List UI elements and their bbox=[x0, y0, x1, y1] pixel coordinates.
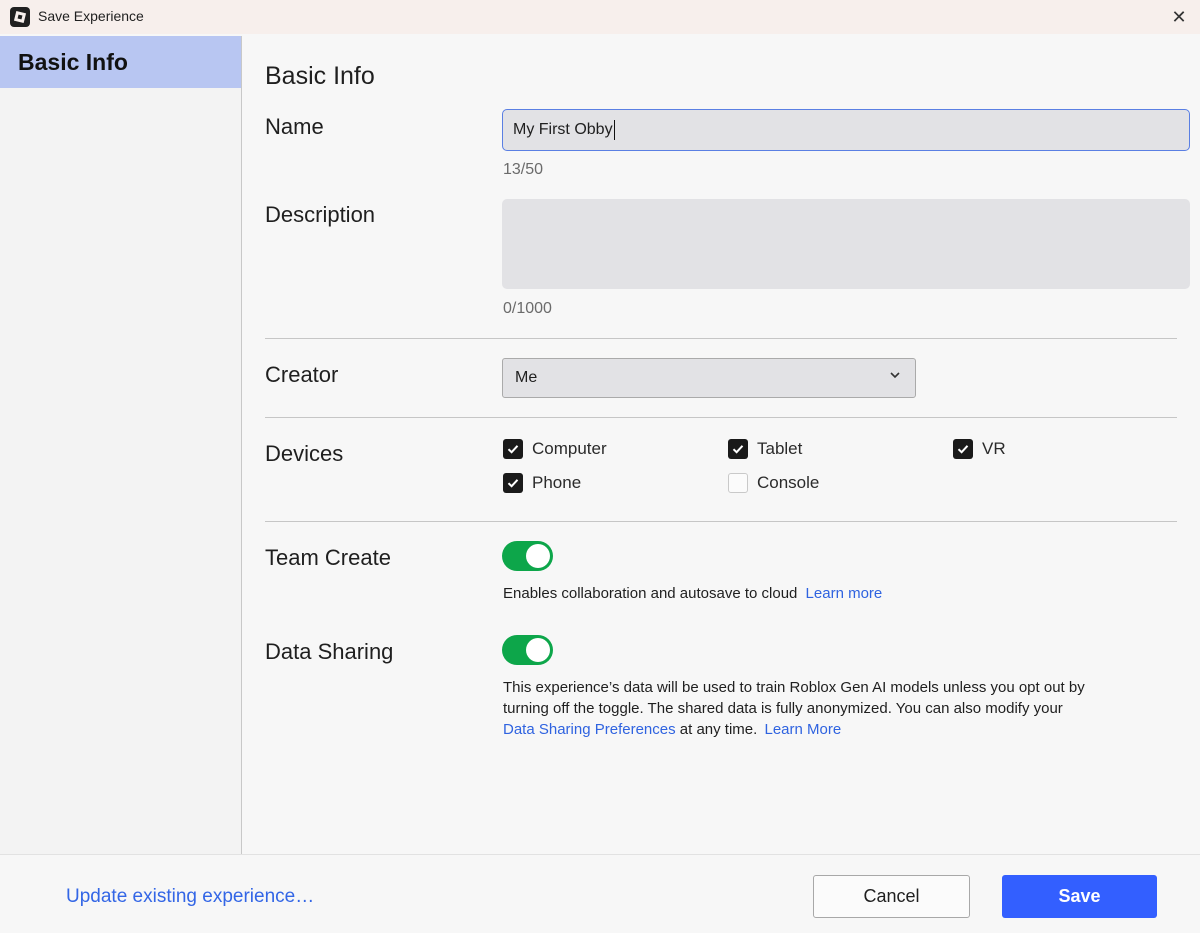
device-phone-checkbox[interactable]: Phone bbox=[503, 473, 581, 493]
device-computer-label: Computer bbox=[532, 439, 607, 458]
toggle-knob bbox=[526, 638, 550, 662]
device-phone-label: Phone bbox=[532, 473, 582, 492]
window-title: Save Experience bbox=[38, 8, 144, 24]
checkbox-checked-icon bbox=[728, 439, 748, 459]
sidebar: Basic Info bbox=[0, 36, 242, 854]
data-sharing-help-line: turning off the toggle. The shared data … bbox=[503, 700, 1063, 717]
data-sharing-toggle[interactable] bbox=[502, 635, 553, 665]
title-bar: Save Experience ✕ bbox=[0, 0, 1200, 34]
data-sharing-help-line: at any time. bbox=[679, 721, 758, 738]
data-sharing-learn-more-link[interactable]: Learn More bbox=[765, 721, 842, 738]
close-icon[interactable]: ✕ bbox=[1168, 6, 1190, 28]
checkbox-checked-icon bbox=[953, 439, 973, 459]
sidebar-item-basic-info[interactable]: Basic Info bbox=[0, 36, 241, 88]
device-vr-checkbox[interactable]: VR bbox=[953, 439, 1006, 459]
description-label: Description bbox=[265, 202, 376, 227]
update-existing-experience-link[interactable]: Update existing experience… bbox=[66, 886, 314, 908]
save-button[interactable]: Save bbox=[1002, 875, 1157, 918]
name-counter: 13/50 bbox=[503, 161, 544, 178]
data-sharing-label: Data Sharing bbox=[265, 639, 394, 664]
main-panel: Basic Info Name My First Obby 13/50 Desc… bbox=[242, 36, 1200, 854]
device-tablet-checkbox[interactable]: Tablet bbox=[728, 439, 802, 459]
device-vr-label: VR bbox=[982, 439, 1006, 458]
team-create-help-text: Enables collaboration and autosave to cl… bbox=[503, 585, 798, 602]
team-create-learn-more-link[interactable]: Learn more bbox=[806, 585, 883, 602]
page-title: Basic Info bbox=[265, 62, 375, 90]
data-sharing-preferences-link[interactable]: Data Sharing Preferences bbox=[503, 721, 676, 738]
divider bbox=[265, 338, 1177, 339]
team-create-toggle[interactable] bbox=[502, 541, 553, 571]
description-counter: 0/1000 bbox=[503, 300, 552, 317]
device-computer-checkbox[interactable]: Computer bbox=[503, 439, 607, 459]
footer: Update existing experience… Cancel Save bbox=[0, 854, 1200, 933]
sidebar-item-label: Basic Info bbox=[18, 48, 128, 75]
devices-label: Devices bbox=[265, 441, 344, 466]
name-input-value: My First Obby bbox=[513, 121, 613, 138]
name-input[interactable]: My First Obby bbox=[502, 109, 1190, 151]
toggle-knob bbox=[526, 544, 550, 568]
description-input[interactable] bbox=[502, 199, 1190, 289]
device-console-label: Console bbox=[757, 473, 820, 492]
checkbox-unchecked-icon bbox=[728, 473, 748, 493]
data-sharing-help-line: This experience’s data will be used to t… bbox=[503, 679, 1085, 696]
checkbox-checked-icon bbox=[503, 439, 523, 459]
roblox-studio-icon bbox=[10, 7, 30, 27]
creator-select[interactable]: Me bbox=[502, 358, 916, 398]
team-create-label: Team Create bbox=[265, 545, 391, 570]
device-tablet-label: Tablet bbox=[757, 439, 803, 458]
team-create-help: Enables collaboration and autosave to cl… bbox=[503, 583, 882, 604]
divider bbox=[265, 521, 1177, 522]
device-console-checkbox[interactable]: Console bbox=[728, 473, 819, 493]
creator-label: Creator bbox=[265, 362, 339, 387]
chevron-down-icon bbox=[890, 372, 900, 379]
creator-select-value: Me bbox=[515, 369, 538, 386]
data-sharing-help: This experience’s data will be used to t… bbox=[503, 677, 1085, 740]
checkbox-checked-icon bbox=[503, 473, 523, 493]
divider bbox=[265, 417, 1177, 418]
name-label: Name bbox=[265, 114, 324, 139]
cancel-button[interactable]: Cancel bbox=[813, 875, 970, 918]
text-caret bbox=[613, 120, 615, 140]
